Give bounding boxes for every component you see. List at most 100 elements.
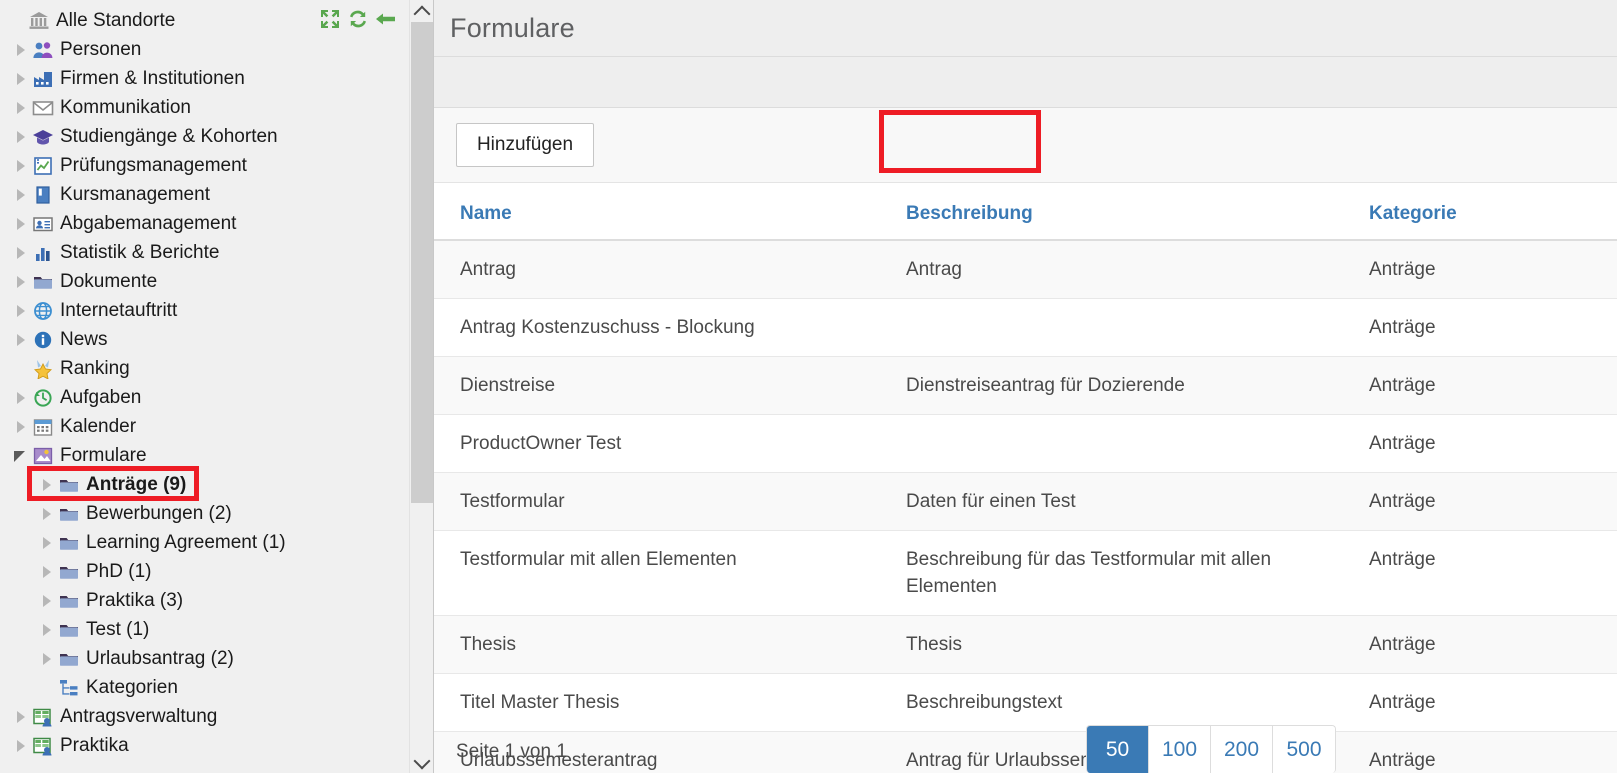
tree-item-phd-1[interactable]: PhD (1) <box>0 557 410 586</box>
tree-item-label: Studiengänge & Kohorten <box>60 125 278 147</box>
page-size-100[interactable]: 100 <box>1149 726 1211 773</box>
column-header-name[interactable]: Name <box>434 183 880 241</box>
tree-expand-toggle-icon[interactable] <box>12 157 30 175</box>
sidebar-scrollbar[interactable] <box>409 0 433 773</box>
cell-category: Anträge <box>1343 472 1617 531</box>
tree-item-praktika[interactable]: Praktika <box>0 731 410 760</box>
page-size-200[interactable]: 200 <box>1211 726 1273 773</box>
scroll-up-button[interactable] <box>410 0 433 22</box>
cell-category: Anträge <box>1343 298 1617 357</box>
table-row[interactable]: Antrag Antrag Anträge <box>434 240 1617 299</box>
tree-item-kursmanagement[interactable]: Kursmanagement <box>0 180 410 209</box>
tree-expand-toggle-icon[interactable] <box>38 476 56 494</box>
star-medal-icon <box>32 359 54 379</box>
tree-item-label: Abgabemanagement <box>60 212 237 234</box>
tree-item-statistik-berichte[interactable]: Statistik & Berichte <box>0 238 410 267</box>
globe-icon <box>32 301 54 321</box>
page-size-50[interactable]: 50 <box>1087 726 1149 773</box>
tree-item-label: Kategorien <box>86 676 178 698</box>
add-button[interactable]: Hinzufügen <box>456 123 594 167</box>
cell-name: ProductOwner Test <box>434 414 880 473</box>
tree-item-kommunikation[interactable]: Kommunikation <box>0 93 410 122</box>
table-row[interactable]: Dienstreise Dienstreiseantrag für Doziere… <box>434 356 1617 415</box>
tree-item-firmen-institutionen[interactable]: Firmen & Institutionen <box>0 64 410 93</box>
action-bar: Hinzufügen <box>434 108 1617 183</box>
cell-description: Thesis <box>880 615 1343 674</box>
tree-item-antragsverwaltung[interactable]: Antragsverwaltung <box>0 702 410 731</box>
tree-item-urlaubsantrag-2[interactable]: Urlaubsantrag (2) <box>0 644 410 673</box>
scrollbar-thumb[interactable] <box>411 22 433 503</box>
tree-item-bewerbungen-2[interactable]: Bewerbungen (2) <box>0 499 410 528</box>
envelope-icon <box>32 98 54 118</box>
tree-expand-toggle-icon[interactable] <box>38 621 56 639</box>
tree-expand-toggle-icon[interactable] <box>12 215 30 233</box>
tree-expand-toggle-icon[interactable] <box>12 128 30 146</box>
tree-expand-toggle-icon[interactable] <box>12 186 30 204</box>
tree-item-dokumente[interactable]: Dokumente <box>0 267 410 296</box>
tree-toggle-spacer <box>12 360 30 378</box>
tree-expand-toggle-icon[interactable] <box>12 708 30 726</box>
tree-item-label: Formulare <box>60 444 147 466</box>
table-user-icon <box>32 707 54 727</box>
tree-expand-toggle-icon[interactable] <box>12 389 30 407</box>
tree-item-personen[interactable]: Personen <box>0 35 410 64</box>
tree-item-praktika-3[interactable]: Praktika (3) <box>0 586 410 615</box>
application-window: Alle Standorte Personen Firmen & Instituti… <box>0 0 1617 773</box>
cell-name: Dienstreise <box>434 356 880 415</box>
tree-item-news[interactable]: News <box>0 325 410 354</box>
bank-icon <box>28 11 50 31</box>
tree-expand-toggle-icon[interactable] <box>12 41 30 59</box>
tree-expand-toggle-icon[interactable] <box>12 302 30 320</box>
tree-expand-toggle-icon[interactable] <box>12 331 30 349</box>
folder-icon <box>58 475 80 495</box>
tree-expand-toggle-icon[interactable] <box>38 505 56 523</box>
tree-expand-toggle-icon[interactable] <box>38 534 56 552</box>
tree-item-label: Kursmanagement <box>60 183 210 205</box>
refresh-icon[interactable] <box>347 8 369 30</box>
tree-item-formulare[interactable]: Formulare <box>0 441 410 470</box>
tree-item-learning-agreement-1[interactable]: Learning Agreement (1) <box>0 528 410 557</box>
tree-item-internetauftritt[interactable]: Internetauftritt <box>0 296 410 325</box>
column-header-kategorie[interactable]: Kategorie <box>1343 183 1617 241</box>
tree-item-ranking[interactable]: Ranking <box>0 354 410 383</box>
tree-expand-toggle-icon[interactable] <box>12 273 30 291</box>
tree-item-label: Anträge (9) <box>86 473 187 495</box>
table-row[interactable]: ProductOwner Test Anträge <box>434 414 1617 473</box>
scroll-down-button[interactable] <box>410 751 433 773</box>
tree-expand-toggle-icon[interactable] <box>12 99 30 117</box>
table-row[interactable]: Antrag Kostenzuschuss - Blockung Anträge <box>434 298 1617 357</box>
tree-expand-toggle-icon[interactable] <box>12 244 30 262</box>
tree-item-kategorien[interactable]: Kategorien <box>0 673 410 702</box>
tree-item-pr-fungsmanagement[interactable]: Prüfungsmanagement <box>0 151 410 180</box>
cell-category: Anträge <box>1343 530 1617 616</box>
column-header-beschreibung[interactable]: Beschreibung <box>880 183 1343 241</box>
tree-item-test-1[interactable]: Test (1) <box>0 615 410 644</box>
people-icon <box>32 40 54 60</box>
tree-item-antr-ge-9[interactable]: Anträge (9) <box>0 470 410 499</box>
tree-item-abgabemanagement[interactable]: Abgabemanagement <box>0 209 410 238</box>
tree-expand-toggle-icon[interactable] <box>12 418 30 436</box>
tree-expand-toggle-icon[interactable] <box>38 563 56 581</box>
tree-expand-toggle-icon[interactable] <box>12 70 30 88</box>
cell-description: Dienstreiseantrag für Dozierende <box>880 356 1343 415</box>
table-footer: Seite 1 von 1 50 100 200 500 <box>434 693 1617 773</box>
collapse-all-icon[interactable] <box>319 8 341 30</box>
tree-item-studieng-nge-kohorten[interactable]: Studiengänge & Kohorten <box>0 122 410 151</box>
tree-item-aufgaben[interactable]: Aufgaben <box>0 383 410 412</box>
table-row[interactable]: Testformular mit allen Elementen Beschrei… <box>434 530 1617 616</box>
forms-table-container: Name Beschreibung Kategorie Antrag Antrag… <box>434 183 1617 773</box>
cell-category: Anträge <box>1343 356 1617 415</box>
tree-expand-toggle-icon[interactable] <box>12 737 30 755</box>
tree-collapse-toggle-icon[interactable] <box>12 447 30 465</box>
book-icon <box>32 185 54 205</box>
table-row[interactable]: Thesis Thesis Anträge <box>434 615 1617 674</box>
tree-item-kalender[interactable]: Kalender <box>0 412 410 441</box>
chevron-down-icon <box>415 758 429 767</box>
table-row[interactable]: Testformular Daten für einen Test Anträge <box>434 472 1617 531</box>
page-size-500[interactable]: 500 <box>1273 726 1335 773</box>
secondary-toolbar <box>434 57 1617 108</box>
tree-expand-toggle-icon[interactable] <box>38 592 56 610</box>
exam-chart-icon <box>32 156 54 176</box>
back-arrow-icon[interactable] <box>375 8 397 30</box>
tree-expand-toggle-icon[interactable] <box>38 650 56 668</box>
